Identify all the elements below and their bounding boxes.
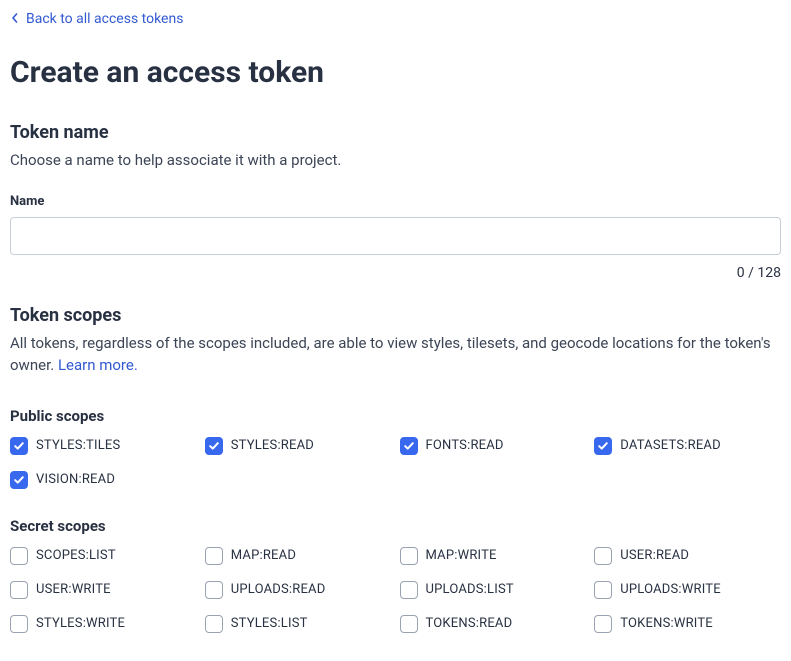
checkbox-unchecked-icon[interactable] xyxy=(10,547,28,565)
back-link-text: Back to all access tokens xyxy=(26,11,183,27)
scope-label: DATASETS:READ xyxy=(620,438,721,453)
scope-label: VISION:READ xyxy=(36,472,115,487)
checkbox-checked-icon[interactable] xyxy=(594,437,612,455)
checkbox-checked-icon[interactable] xyxy=(205,437,223,455)
checkbox-checked-icon[interactable] xyxy=(400,437,418,455)
scope-label: MAP:READ xyxy=(231,548,296,563)
token-scopes-title: Token scopes xyxy=(10,305,781,326)
scope-label: MAP:WRITE xyxy=(426,548,497,563)
token-name-input[interactable] xyxy=(10,217,781,255)
scope-secret-map-write[interactable]: MAP:WRITE xyxy=(400,547,587,565)
scope-secret-styles-write[interactable]: STYLES:WRITE xyxy=(10,615,197,633)
checkbox-unchecked-icon[interactable] xyxy=(400,615,418,633)
scope-secret-uploads-write[interactable]: UPLOADS:WRITE xyxy=(594,581,781,599)
scope-label: FONTS:READ xyxy=(426,438,504,453)
name-field-label: Name xyxy=(10,194,781,209)
scope-label: TOKENS:READ xyxy=(426,616,513,631)
scope-public-vision-read[interactable]: VISION:READ xyxy=(10,471,197,489)
back-link[interactable]: Back to all access tokens xyxy=(10,11,183,27)
checkbox-unchecked-icon[interactable] xyxy=(400,547,418,565)
scope-secret-tokens-read[interactable]: TOKENS:READ xyxy=(400,615,587,633)
public-scopes-title: Public scopes xyxy=(10,407,781,425)
checkbox-unchecked-icon[interactable] xyxy=(10,581,28,599)
page-title: Create an access token xyxy=(10,55,781,90)
token-name-title: Token name xyxy=(10,122,781,143)
scope-label: TOKENS:WRITE xyxy=(620,616,713,631)
secret-scopes-grid: SCOPES:LIST MAP:READ MAP:WRITE USER:READ USE… xyxy=(10,547,781,633)
scope-public-styles-tiles[interactable]: STYLES:TILES xyxy=(10,437,197,455)
scope-label: USER:READ xyxy=(620,548,689,563)
scope-label: UPLOADS:WRITE xyxy=(620,582,721,597)
token-name-desc: Choose a name to help associate it with … xyxy=(10,149,781,172)
checkbox-unchecked-icon[interactable] xyxy=(10,615,28,633)
scope-label: USER:WRITE xyxy=(36,582,111,597)
public-scopes-grid: STYLES:TILES STYLES:READ FONTS:READ DATASET… xyxy=(10,437,781,489)
checkbox-unchecked-icon[interactable] xyxy=(205,615,223,633)
checkbox-checked-icon[interactable] xyxy=(10,437,28,455)
checkbox-unchecked-icon[interactable] xyxy=(205,581,223,599)
checkbox-unchecked-icon[interactable] xyxy=(594,581,612,599)
scope-label: UPLOADS:READ xyxy=(231,582,326,597)
chevron-left-icon xyxy=(10,11,20,27)
scope-label: UPLOADS:LIST xyxy=(426,582,514,597)
scope-secret-map-read[interactable]: MAP:READ xyxy=(205,547,392,565)
scope-secret-user-read[interactable]: USER:READ xyxy=(594,547,781,565)
scope-public-fonts-read[interactable]: FONTS:READ xyxy=(400,437,587,455)
scope-label: SCOPES:LIST xyxy=(36,548,116,563)
token-scopes-desc: All tokens, regardless of the scopes inc… xyxy=(10,332,781,377)
learn-more-link[interactable]: Learn more. xyxy=(58,356,138,374)
checkbox-unchecked-icon[interactable] xyxy=(205,547,223,565)
scope-label: STYLES:WRITE xyxy=(36,616,125,631)
scope-public-datasets-read[interactable]: DATASETS:READ xyxy=(594,437,781,455)
scope-secret-tokens-write[interactable]: TOKENS:WRITE xyxy=(594,615,781,633)
scope-secret-uploads-list[interactable]: UPLOADS:LIST xyxy=(400,581,587,599)
checkbox-checked-icon[interactable] xyxy=(10,471,28,489)
scope-secret-uploads-read[interactable]: UPLOADS:READ xyxy=(205,581,392,599)
scope-label: STYLES:TILES xyxy=(36,438,120,453)
checkbox-unchecked-icon[interactable] xyxy=(594,615,612,633)
scope-label: STYLES:READ xyxy=(231,438,314,453)
scope-public-styles-read[interactable]: STYLES:READ xyxy=(205,437,392,455)
char-count: 0 / 128 xyxy=(10,265,781,281)
checkbox-unchecked-icon[interactable] xyxy=(594,547,612,565)
scope-secret-styles-list[interactable]: STYLES:LIST xyxy=(205,615,392,633)
checkbox-unchecked-icon[interactable] xyxy=(400,581,418,599)
scope-label: STYLES:LIST xyxy=(231,616,308,631)
scope-secret-scopes-list[interactable]: SCOPES:LIST xyxy=(10,547,197,565)
scope-secret-user-write[interactable]: USER:WRITE xyxy=(10,581,197,599)
secret-scopes-title: Secret scopes xyxy=(10,517,781,535)
